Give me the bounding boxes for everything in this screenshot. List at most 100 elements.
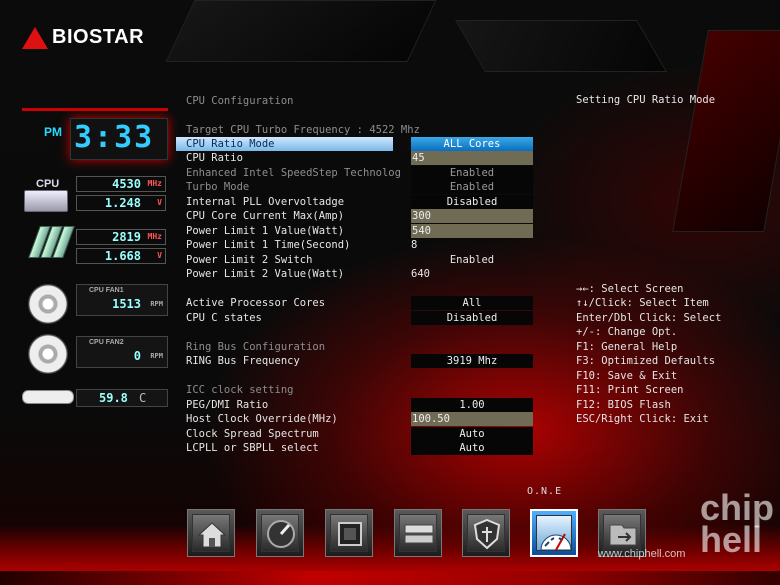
one-icon <box>536 515 572 551</box>
active-cores-select[interactable]: All <box>411 296 533 310</box>
cpu-voltage-readout: 1.248 V <box>76 195 166 211</box>
biostar-logo: BIOSTAR <box>22 26 144 49</box>
performance-icon <box>261 514 299 552</box>
nav-chipset-button[interactable] <box>325 509 373 557</box>
power-limit1-value-label: Power Limit 1 Value(Watt) <box>186 225 345 237</box>
cpu-chip-icon <box>24 190 68 212</box>
cpu-fan1-readout: CPU FAN1 1513 RPM <box>76 284 168 316</box>
nav-home-button[interactable] <box>187 509 235 557</box>
icc-clock-title: ICC clock setting <box>186 384 294 396</box>
memory-frequency-unit: MHz <box>147 232 162 241</box>
cpu-fan2-unit: RPM <box>150 352 163 360</box>
nav-one-button[interactable] <box>530 509 578 557</box>
power-limit1-time-label: Power Limit 1 Time(Second) <box>186 239 351 251</box>
chiphell-watermark-logo: chip hell <box>700 487 775 560</box>
security-icon <box>467 514 505 552</box>
turbo-mode-select: Enabled <box>411 180 533 194</box>
pll-overvoltage-label: Internal PLL Overvoltadge <box>186 196 345 208</box>
cpu-ratio-mode-select[interactable]: ALL Cores <box>411 137 533 151</box>
bottom-strip <box>0 571 780 585</box>
pll-overvoltage-select[interactable]: Disabled <box>411 195 533 209</box>
active-cores-label: Active Processor Cores <box>186 297 326 309</box>
fan-icon <box>28 334 68 374</box>
power-limit2-switch-label: Power Limit 2 Switch <box>186 254 313 266</box>
clock-time: 3:33 <box>74 120 155 155</box>
nav-storage-button[interactable] <box>394 509 442 557</box>
temperature-unit: C <box>139 391 147 405</box>
help-key: F12: BIOS Flash <box>576 399 671 411</box>
cpu-ratio-label: CPU Ratio <box>186 152 243 164</box>
storage-icon <box>399 514 437 552</box>
section-title: CPU Configuration <box>186 95 294 107</box>
power-limit1-value-input[interactable]: 540 <box>411 224 533 238</box>
help-key: F3: Optimized Defaults <box>576 355 716 367</box>
help-key: F10: Save & Exit <box>576 370 678 382</box>
cpu-fan2-speed: 0 <box>133 349 141 363</box>
background-shard <box>454 20 668 72</box>
power-limit2-value-label: Power Limit 2 Value(Watt) <box>186 268 345 280</box>
help-key: →←: Select Screen <box>576 283 684 295</box>
cpu-fan2-readout: CPU FAN2 0 RPM <box>76 336 168 368</box>
cpu-fan1-speed: 1513 <box>112 297 141 311</box>
memory-frequency-readout: 2819 MHz <box>76 229 166 245</box>
cpu-fan2-label: CPU FAN2 <box>89 339 124 346</box>
active-menu-label: O.N.E <box>527 486 563 497</box>
cpu-fan1-unit: RPM <box>150 300 163 308</box>
lcpll-select[interactable]: Auto <box>411 441 533 455</box>
temperature-readout: 59.8 C <box>76 389 168 407</box>
exit-icon <box>603 514 641 552</box>
chipset-icon <box>330 514 368 552</box>
help-description: Setting CPU Ratio Mode <box>576 94 716 106</box>
target-turbo-frequency: Target CPU Turbo Frequency : 4522 Mhz <box>186 124 420 136</box>
speedstep-select: Enabled <box>411 166 533 180</box>
host-clock-label: Host Clock Override(MHz) <box>186 413 338 425</box>
spread-spectrum-select[interactable]: Auto <box>411 427 533 441</box>
core-current-input[interactable]: 300 <box>411 209 533 223</box>
memory-voltage-unit: V <box>157 251 162 260</box>
turbo-mode-label: Turbo Mode <box>186 181 250 193</box>
fan-icon <box>28 284 68 324</box>
background-shard <box>165 0 437 62</box>
temperature-value: 59.8 <box>99 391 128 405</box>
c-states-label: CPU C states <box>186 312 262 324</box>
cpu-voltage: 1.248 <box>104 196 141 210</box>
spread-spectrum-label: Clock Spread Spectrum <box>186 428 319 440</box>
ring-bus-title: Ring Bus Configuration <box>186 341 326 353</box>
cpu-fan1-label: CPU FAN1 <box>89 287 124 294</box>
help-key: ESC/Right Click: Exit <box>576 413 709 425</box>
help-key: Enter/Dbl Click: Select <box>576 312 722 324</box>
nav-performance-button[interactable] <box>256 509 304 557</box>
cpu-frequency: 4530 <box>112 177 141 191</box>
nav-security-button[interactable] <box>462 509 510 557</box>
speedstep-label: Enhanced Intel SpeedStep Technolog <box>186 167 401 179</box>
cpu-label: CPU <box>36 178 60 190</box>
brand-name: BIOSTAR <box>52 26 145 48</box>
power-limit2-switch-select[interactable]: Enabled <box>411 253 533 267</box>
host-clock-input[interactable]: 100.50 <box>411 412 533 426</box>
biostar-logo-icon <box>22 26 48 49</box>
peg-dmi-ratio-select[interactable]: 1.00 <box>411 398 533 412</box>
help-key: F1: General Help <box>576 341 678 353</box>
thermometer-icon <box>22 390 74 404</box>
ring-bus-frequency-select[interactable]: 3919 Mhz <box>411 354 533 368</box>
power-limit2-value-input[interactable]: 640 <box>411 267 430 281</box>
help-key: F11: Print Screen <box>576 384 684 396</box>
home-icon <box>192 514 230 552</box>
ring-bus-frequency-label: RING Bus Frequency <box>186 355 300 367</box>
cpu-voltage-unit: V <box>157 198 162 207</box>
power-limit1-time-value[interactable]: 8 <box>411 238 417 252</box>
peg-dmi-ratio-label: PEG/DMI Ratio <box>186 399 269 411</box>
memory-frequency: 2819 <box>112 230 141 244</box>
cpu-ratio-input[interactable]: 45 <box>411 151 533 165</box>
memory-voltage-readout: 1.668 V <box>76 248 166 264</box>
memory-voltage: 1.668 <box>104 249 141 263</box>
help-key: +/-: Change Opt. <box>576 326 678 338</box>
cpu-frequency-readout: 4530 MHz <box>76 176 166 192</box>
lcpll-select-label: LCPLL or SBPLL select <box>186 442 319 454</box>
cpu-ratio-mode-label[interactable]: CPU Ratio Mode <box>186 137 275 151</box>
help-key: ↑↓/Click: Select Item <box>576 297 709 309</box>
cpu-frequency-unit: MHz <box>147 179 162 188</box>
watermark-url: www.chiphell.com <box>598 548 686 560</box>
clock-period: PM <box>44 125 62 139</box>
c-states-select[interactable]: Disabled <box>411 311 533 325</box>
